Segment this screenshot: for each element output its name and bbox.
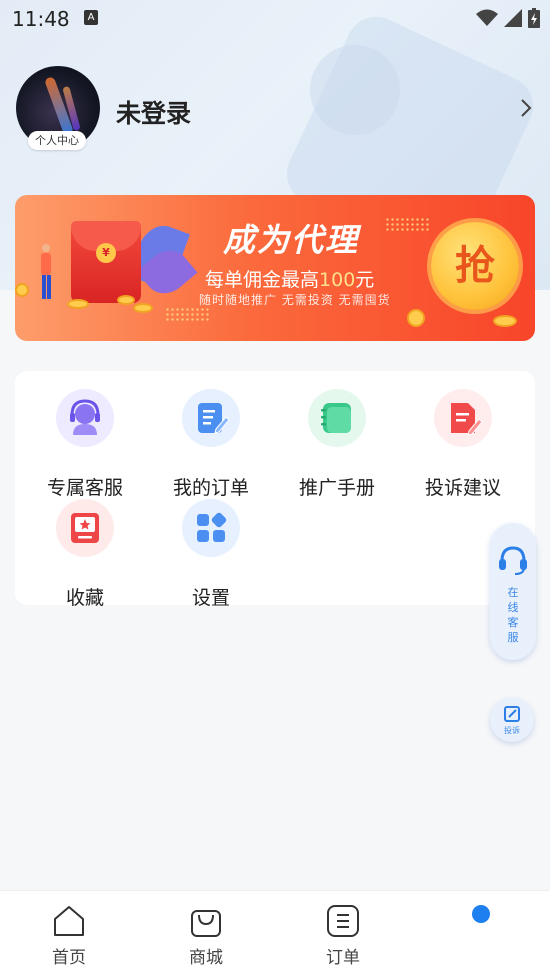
nav-orders[interactable]: 订单 xyxy=(283,903,403,969)
username-label[interactable]: 未登录 xyxy=(116,94,191,130)
order-icon xyxy=(327,905,359,937)
dots-decoration xyxy=(165,307,211,321)
menu-item-settings[interactable]: 设置 xyxy=(148,499,274,609)
online-cs-char: 客 xyxy=(507,616,519,629)
online-cs-label: 在线客服 xyxy=(490,585,536,645)
online-cs-char: 在 xyxy=(507,586,519,599)
nav-home[interactable]: 首页 xyxy=(9,903,129,969)
nav-shop[interactable]: 商城 xyxy=(146,903,266,969)
menu-item-my-orders[interactable]: 我的订单 xyxy=(148,389,274,499)
menu-label: 专属客服 xyxy=(46,477,123,499)
menu-label: 投诉建议 xyxy=(424,477,501,499)
shopping-bag-icon xyxy=(191,910,221,937)
menu-label: 推广手册 xyxy=(298,477,375,499)
banner-note: 随时随地推广 无需投资 无需囤货 xyxy=(199,293,391,307)
complaint-float-button[interactable]: 投诉 xyxy=(490,698,534,742)
complaint-float-label: 投诉 xyxy=(504,726,520,735)
coin-decoration xyxy=(15,283,29,297)
nav-label: 商城 xyxy=(189,948,223,968)
edit-icon xyxy=(504,706,520,722)
nav-label: 订单 xyxy=(326,948,360,968)
personal-center-tag[interactable]: 个人中心 xyxy=(28,131,86,150)
online-cs-char: 线 xyxy=(507,601,519,614)
red-envelope-icon: ¥ xyxy=(71,221,141,303)
online-customer-service-button[interactable]: 在线客服 xyxy=(490,523,536,660)
online-cs-char: 服 xyxy=(507,631,519,644)
coin-decoration xyxy=(117,295,135,305)
menu-item-promo-manual[interactable]: 推广手册 xyxy=(274,389,400,499)
dots-decoration xyxy=(385,217,431,231)
coin-decoration xyxy=(133,303,153,313)
agent-banner[interactable]: ¥ 成为代理 每单佣金最高100元 随时随地推广 无需投资 无需囤货 抢 xyxy=(15,195,535,341)
battery-charging-icon xyxy=(528,8,540,28)
coin-decoration xyxy=(67,299,89,309)
banner-subtitle: 每单佣金最高100元 xyxy=(205,269,375,291)
menu-item-complaint[interactable]: 投诉建议 xyxy=(400,389,526,499)
menu-item-favorites[interactable]: 收藏 xyxy=(22,499,148,609)
chevron-right-icon[interactable] xyxy=(514,96,538,120)
headset-icon xyxy=(499,546,527,575)
wifi-icon xyxy=(476,9,498,26)
menu-label: 我的订单 xyxy=(172,477,249,499)
menu-label: 设置 xyxy=(191,587,230,609)
grab-button[interactable]: 抢 xyxy=(431,222,519,310)
manual-icon xyxy=(308,389,366,447)
banner-title: 成为代理 xyxy=(223,221,360,259)
settings-icon xyxy=(182,499,240,557)
customer-service-icon xyxy=(56,389,114,447)
order-edit-icon xyxy=(182,389,240,447)
complaint-icon xyxy=(434,389,492,447)
function-menu-card: 专属客服 我的订单 推广手册 投诉建议 收藏 设置 xyxy=(15,371,535,609)
home-icon xyxy=(54,906,84,936)
favorite-icon xyxy=(56,499,114,557)
signal-icon xyxy=(504,9,522,27)
nav-mine-active-dot[interactable] xyxy=(472,905,490,923)
coin-decoration xyxy=(493,315,517,327)
menu-item-customer-service[interactable]: 专属客服 xyxy=(22,389,148,499)
status-bar: 11:48 A xyxy=(0,0,550,36)
nav-label: 首页 xyxy=(52,948,86,968)
status-time: 11:48 xyxy=(12,7,70,31)
person-illustration xyxy=(41,244,51,299)
bottom-nav: 首页 商城 订单 xyxy=(0,890,550,977)
menu-label: 收藏 xyxy=(65,587,104,609)
coin-decoration xyxy=(407,309,425,327)
notification-icon: A xyxy=(84,10,98,25)
